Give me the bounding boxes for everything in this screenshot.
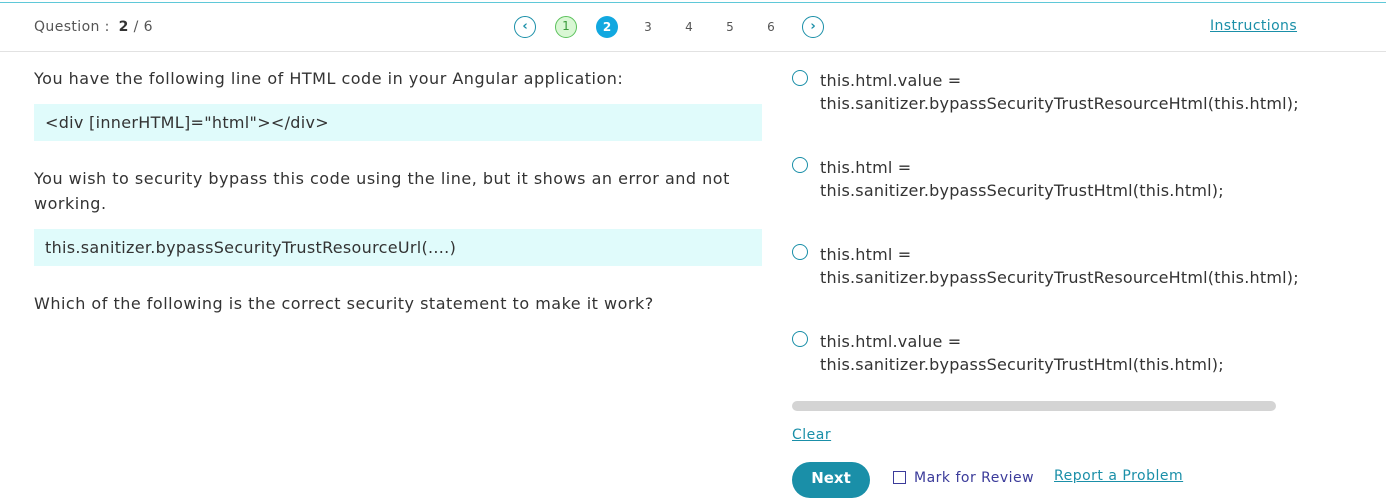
page-button-4[interactable]: 4 (678, 16, 700, 38)
option-text: this.html.value = this.sanitizer.bypassS… (820, 71, 1299, 113)
code-snippet-sanitizer: this.sanitizer.bypassSecurityTrustResour… (34, 229, 762, 266)
clear-link[interactable]: Clear (792, 427, 831, 443)
chevron-left-icon[interactable]: ‹ (514, 16, 536, 38)
radio-button[interactable] (792, 244, 808, 260)
radio-button[interactable] (792, 157, 808, 173)
page-button-6[interactable]: 6 (760, 16, 782, 38)
question-panel: You have the following line of HTML code… (34, 66, 762, 316)
radio-button[interactable] (792, 331, 808, 347)
code-snippet-html: <div [innerHTML]="html"></div> (34, 104, 762, 141)
question-intro: You have the following line of HTML code… (34, 69, 624, 88)
option-text: this.html = this.sanitizer.bypassSecurit… (820, 245, 1299, 287)
checkbox-icon[interactable] (893, 471, 906, 484)
question-header: Question : 2 / 6 ‹ 1 2 3 4 5 6 › Instruc… (0, 3, 1386, 52)
option-text: this.html = this.sanitizer.bypassSecurit… (820, 158, 1224, 200)
horizontal-scrollbar[interactable] (792, 401, 1276, 411)
report-problem-link[interactable]: Report a Problem (1054, 468, 1183, 484)
option-text: this.html.value = this.sanitizer.bypassS… (820, 332, 1224, 374)
question-counter-label: Question : (34, 19, 110, 35)
question-problem: You wish to security bypass this code us… (34, 169, 730, 213)
question-current-number: 2 (118, 19, 129, 35)
page-button-2[interactable]: 2 (596, 16, 618, 38)
question-prompt: Which of the following is the correct se… (34, 294, 654, 313)
page-button-3[interactable]: 3 (637, 16, 659, 38)
question-total: / 6 (133, 19, 153, 35)
radio-button[interactable] (792, 70, 808, 86)
question-counter: Question : 2 / 6 (34, 19, 153, 35)
next-button[interactable]: Next (792, 462, 870, 498)
chevron-right-icon[interactable]: › (802, 16, 824, 38)
page-button-1[interactable]: 1 (555, 16, 577, 38)
instructions-link[interactable]: Instructions (1210, 18, 1297, 34)
answer-options: this.html.value = this.sanitizer.bypassS… (792, 64, 1304, 394)
page-button-5[interactable]: 5 (719, 16, 741, 38)
